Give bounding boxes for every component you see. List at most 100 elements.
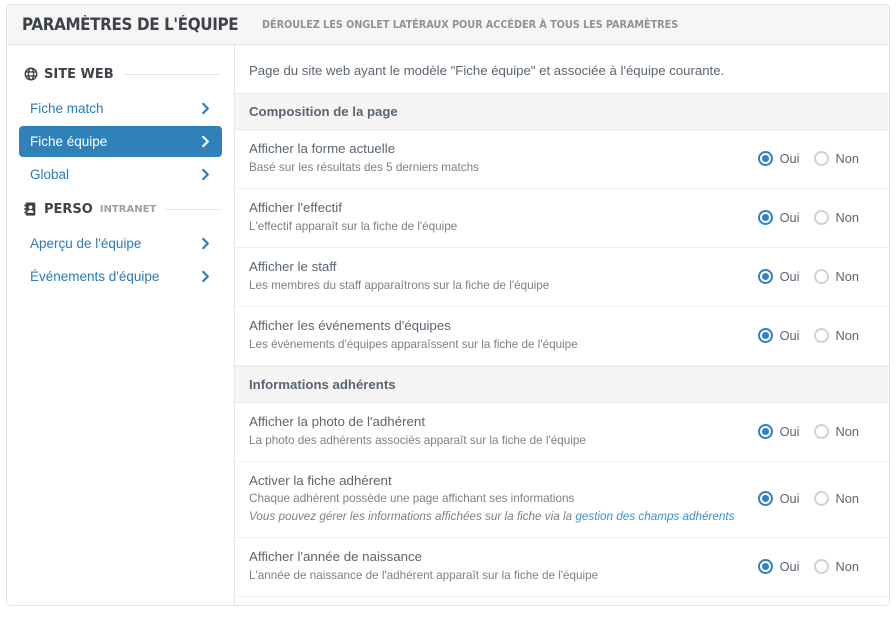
manage-member-fields-link[interactable]: gestion des champs adhérents (575, 510, 734, 523)
radio-label-yes: Oui (779, 559, 800, 575)
setting-description: Les membres du staff apparaîtrons sur la… (249, 278, 550, 292)
radio-option-yes[interactable]: Oui (757, 150, 800, 166)
radio-mark-yes[interactable] (757, 559, 773, 575)
setting-description: Les événements d'équipes apparaîssent su… (249, 337, 578, 351)
setting-note-text: Vous pouvez gérer les informations affic… (249, 510, 576, 524)
radio-option-yes[interactable]: Oui (757, 327, 800, 343)
setting-texts: Afficher la forme actuelle Basé sur les r… (249, 140, 491, 177)
radio-mark-yes[interactable] (757, 209, 773, 225)
setting-description: Basé sur les résultats des 5 derniers ma… (249, 160, 479, 174)
setting-texts: Activer la fiche adhérent Chaque adhérent… (249, 472, 747, 527)
radio-label-no: Non (835, 327, 859, 343)
radio-mark-yes[interactable] (757, 423, 773, 439)
radio-option-no[interactable]: Non (813, 268, 859, 284)
radio-mark-no[interactable] (813, 327, 829, 343)
radio-label-yes: Oui (779, 327, 800, 343)
radio-label-no: Non (835, 209, 859, 225)
setting-texts: Afficher la photo de l'adhérent La photo … (249, 413, 598, 450)
radio-option-no[interactable]: Non (813, 559, 859, 575)
sidebar-item-v-nements-d-quipe[interactable]: Événements d'équipe (19, 261, 222, 292)
radio-option-yes[interactable]: Oui (757, 423, 800, 439)
radio-label-yes: Oui (779, 423, 800, 439)
sidebar-item-label: Fiche match (30, 101, 104, 116)
chevron-right-icon (200, 237, 211, 250)
setting-row: Afficher l'effectif L'effectif apparaît s… (235, 189, 889, 248)
radio-group: Oui Non (757, 268, 875, 284)
radio-option-no[interactable]: Non (813, 209, 859, 225)
radio-mark-yes[interactable] (757, 150, 773, 166)
chevron-right-icon (200, 270, 211, 283)
content-area: Page du site web ayant le modèle "Fiche … (235, 45, 889, 605)
panel-header: PARAMÈTRES DE L'ÉQUIPE DÉROULEZ LES ONGL… (7, 5, 889, 45)
nav-group-title: PERSO (44, 201, 93, 217)
setting-texts: Afficher l'effectif L'effectif apparaît s… (249, 199, 469, 236)
radio-mark-no[interactable] (813, 491, 829, 507)
nav-group-subtitle: INTRANET (99, 203, 157, 215)
radio-option-no[interactable]: Non (813, 491, 859, 507)
radio-option-yes[interactable]: Oui (757, 268, 800, 284)
panel-body: SITE WEB Fiche match Fiche équipe Global PER… (7, 45, 889, 605)
radio-mark-no[interactable] (813, 209, 829, 225)
radio-label-yes: Oui (779, 491, 800, 507)
radio-option-yes[interactable]: Oui (757, 491, 800, 507)
setting-description: L'année de naissance de l'adhérent appar… (249, 569, 599, 583)
section-header: Composition de la page (235, 93, 889, 130)
settings-panel: PARAMÈTRES DE L'ÉQUIPE DÉROULEZ LES ONGL… (6, 4, 890, 606)
radio-label-no: Non (835, 423, 859, 439)
radio-option-yes[interactable]: Oui (757, 209, 800, 225)
setting-texts: Afficher l'année de naissance L'année de … (249, 548, 610, 585)
setting-description: L'effectif apparaît sur la fiche de l'éq… (249, 219, 458, 233)
sidebar-item-fiche-match[interactable]: Fiche match (19, 93, 222, 124)
setting-label: Afficher l'effectif (249, 199, 342, 215)
nav-group-perso: PERSO INTRANET (7, 198, 234, 220)
sidebar-item-aper-u-de-l-quipe[interactable]: Aperçu de l'équipe (19, 228, 222, 259)
radio-option-no[interactable]: Non (813, 327, 859, 343)
radio-option-yes[interactable]: Oui (757, 559, 800, 575)
nav-group-title: SITE WEB (44, 66, 114, 82)
radio-mark-no[interactable] (813, 423, 829, 439)
radio-label-yes: Oui (779, 150, 800, 166)
radio-label-no: Non (835, 150, 859, 166)
radio-option-no[interactable]: Non (813, 423, 859, 439)
setting-label: Afficher la forme actuelle (249, 141, 396, 156)
radio-label-no: Non (835, 268, 859, 284)
radio-mark-no[interactable] (813, 268, 829, 284)
setting-row: Afficher le staff Les membres du staff ap… (235, 248, 889, 307)
setting-texts: Afficher le staff Les membres du staff ap… (249, 258, 561, 295)
radio-mark-no[interactable] (813, 150, 829, 166)
radio-mark-yes[interactable] (757, 268, 773, 284)
setting-row: Afficher la tailleLa taille de l'adhéren… (235, 597, 889, 605)
radio-mark-yes[interactable] (757, 491, 773, 507)
sidebar: SITE WEB Fiche match Fiche équipe Global PER… (7, 45, 235, 605)
radio-group: Oui Non (757, 150, 875, 166)
setting-label: Activer la fiche adhérent (249, 472, 392, 488)
radio-mark-yes[interactable] (757, 327, 773, 343)
sidebar-item-label: Global (30, 167, 70, 182)
setting-row: Afficher la forme actuelle Basé sur les r… (235, 130, 889, 189)
radio-label-no: Non (835, 491, 859, 507)
radio-group: Oui Non (757, 559, 875, 575)
sidebar-item-label: Aperçu de l'équipe (30, 236, 142, 251)
chevron-right-icon (200, 168, 211, 181)
radio-option-no[interactable]: Non (813, 150, 859, 166)
setting-label: Afficher la photo de l'adhérent (249, 413, 426, 429)
radio-group: Oui Non (757, 209, 875, 225)
setting-row: Activer la fiche adhérent Chaque adhérent… (235, 462, 889, 539)
radio-group: Oui Non (757, 491, 875, 507)
sidebar-item-label: Fiche équipe (30, 134, 108, 149)
sidebar-item-fiche-quipe[interactable]: Fiche équipe (19, 126, 222, 157)
radio-label-yes: Oui (779, 209, 800, 225)
setting-note: Vous pouvez gérer les informations affic… (249, 509, 735, 526)
radio-mark-no[interactable] (813, 559, 829, 575)
radio-label-no: Non (835, 559, 859, 575)
page-title: PARAMÈTRES DE L'ÉQUIPE (22, 15, 239, 34)
sidebar-item-global[interactable]: Global (19, 159, 222, 190)
setting-label: Afficher le staff (249, 258, 337, 274)
setting-description: La photo des adhérents associés apparaît… (249, 433, 586, 447)
setting-row: Afficher l'année de naissance L'année de … (235, 538, 889, 598)
chevron-right-icon (200, 135, 211, 148)
radio-group: Oui Non (757, 423, 875, 439)
section-header: Informations adhérents (235, 365, 889, 403)
setting-row: Afficher la photo de l'adhérent La photo … (235, 403, 889, 462)
globe-icon (23, 67, 38, 82)
